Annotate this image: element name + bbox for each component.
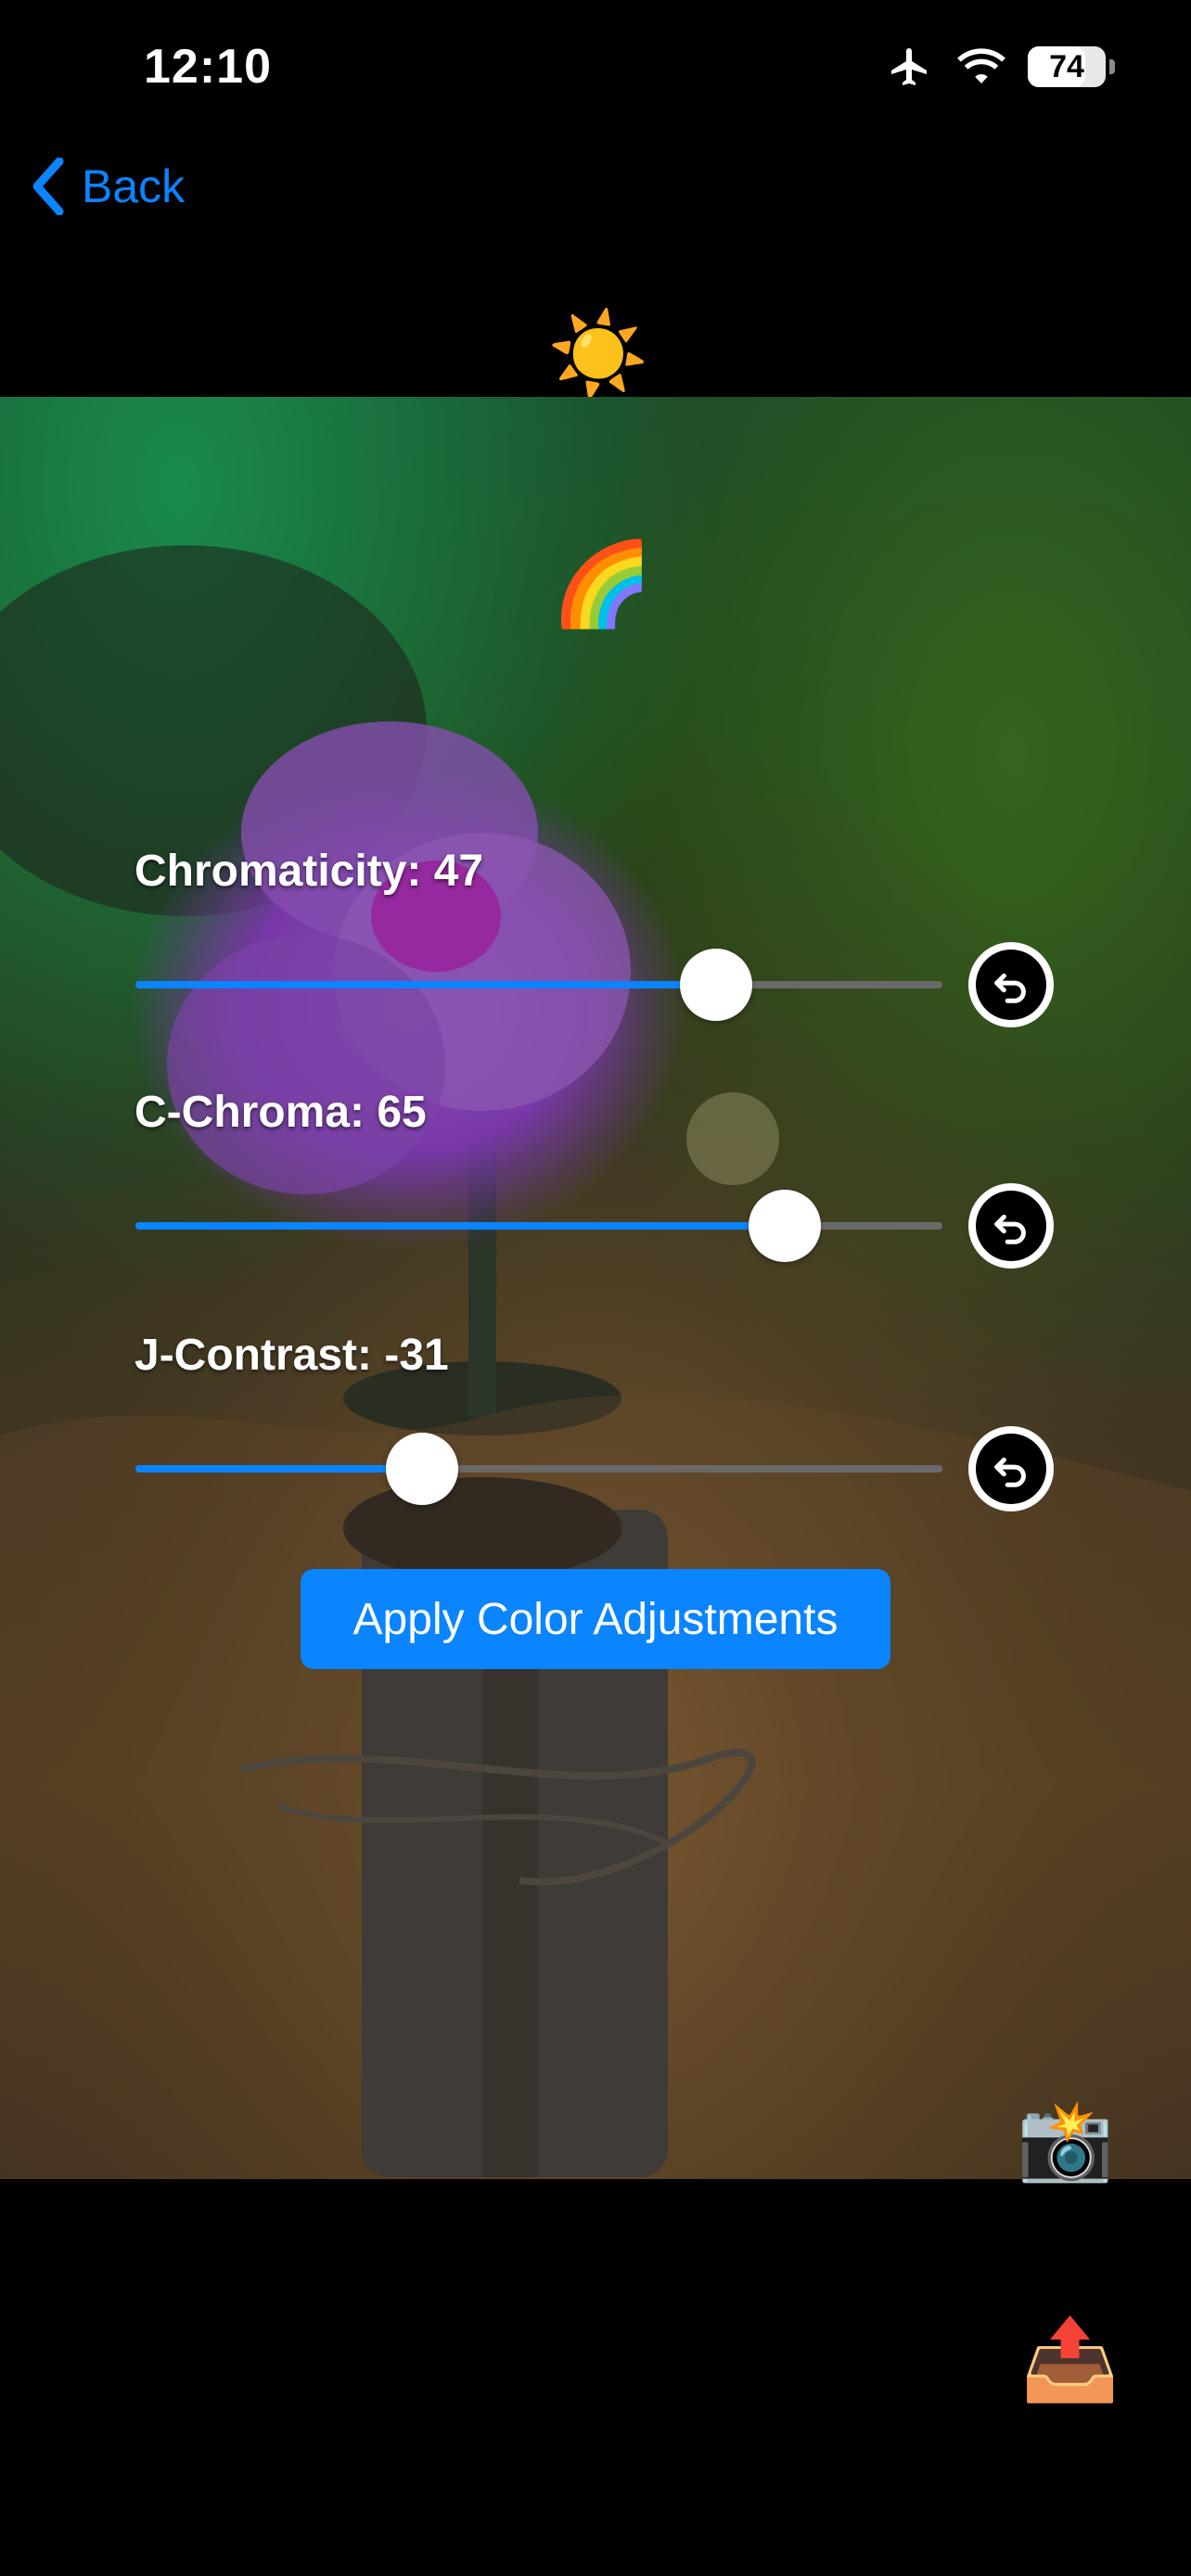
- status-time: 12:10: [144, 40, 272, 94]
- c-chroma-slider[interactable]: [135, 1190, 942, 1262]
- wifi-icon: [957, 48, 1005, 83]
- slider-fill: [135, 1222, 786, 1230]
- undo-icon: [994, 1457, 1026, 1487]
- apply-color-adjustments-button[interactable]: Apply Color Adjustments: [301, 1569, 890, 1669]
- battery-level: 74: [1049, 49, 1084, 84]
- battery-indicator: 74: [1028, 46, 1115, 87]
- slider-thumb[interactable]: [385, 1433, 458, 1505]
- photo-preview: [0, 397, 1191, 2179]
- reset-chromaticity-button[interactable]: [968, 942, 1054, 1027]
- sun-icon[interactable]: ☀️: [547, 313, 649, 395]
- chromaticity-label: Chromaticity: 47: [134, 847, 484, 896]
- slider-fill: [135, 981, 717, 988]
- airplane-icon: [891, 48, 927, 85]
- share-icon[interactable]: 📤: [1020, 2320, 1120, 2400]
- slider-fill: [135, 1465, 422, 1473]
- undo-icon: [994, 1214, 1026, 1244]
- back-button[interactable]: Back: [32, 158, 185, 215]
- back-label: Back: [82, 160, 186, 212]
- j-contrast-slider[interactable]: [135, 1433, 942, 1505]
- j-contrast-label: J-Contrast: -31: [134, 1331, 449, 1380]
- rainbow-icon[interactable]: 🌈: [551, 543, 653, 625]
- reset-j-contrast-button[interactable]: [968, 1426, 1054, 1511]
- undo-icon: [994, 973, 1026, 1003]
- slider-thumb[interactable]: [680, 949, 753, 1021]
- reset-c-chroma-button[interactable]: [968, 1183, 1054, 1269]
- chevron-left-icon: [32, 158, 64, 215]
- chromaticity-slider[interactable]: [135, 949, 942, 1021]
- c-chroma-label: C-Chroma: 65: [134, 1088, 427, 1137]
- slider-thumb[interactable]: [749, 1190, 822, 1262]
- camera-icon[interactable]: 📸: [1017, 2101, 1114, 2179]
- status-icons: 74: [885, 45, 1115, 89]
